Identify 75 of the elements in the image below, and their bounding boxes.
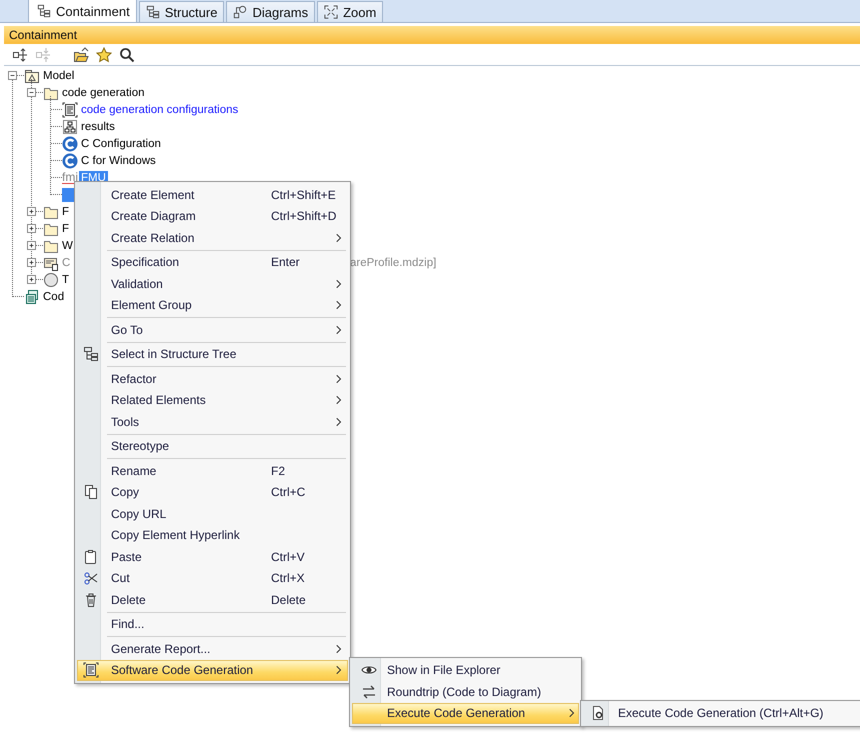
tree-item[interactable]: F xyxy=(60,204,72,218)
menu-item[interactable]: Paste Ctrl+V xyxy=(77,546,348,568)
open-folder-icon xyxy=(73,46,89,62)
gear-document-icon xyxy=(590,705,606,722)
tree-item[interactable]: Cod xyxy=(41,290,66,304)
expand-toggle[interactable] xyxy=(27,224,36,233)
tree-item[interactable]: code generation configurations xyxy=(79,102,240,116)
star-button[interactable] xyxy=(94,44,114,64)
menu-item[interactable]: Tools xyxy=(77,411,348,432)
tree-item[interactable]: W xyxy=(60,238,75,252)
menu-item[interactable]: Rename F2 xyxy=(77,460,348,482)
open-folder-button[interactable] xyxy=(71,44,91,64)
c-logo-icon xyxy=(62,136,78,152)
menu-item[interactable]: Create Element Ctrl+Shift+E xyxy=(77,184,348,206)
menu-item[interactable]: Copy Ctrl+C xyxy=(77,482,348,503)
document-icon xyxy=(83,662,99,678)
copy-icon xyxy=(83,484,99,500)
star-icon xyxy=(96,46,112,62)
tree-item[interactable]: C Configuration xyxy=(79,136,163,150)
menu-item[interactable]: Delete Delete xyxy=(77,589,348,610)
tree-item-text: areProfile.mdzip] xyxy=(350,256,436,268)
menu-item[interactable]: Create Diagram Ctrl+Shift+D xyxy=(77,206,348,227)
menu-item[interactable]: Copy Element Hyperlink xyxy=(77,524,348,546)
tree-item[interactable]: code generation xyxy=(60,86,146,100)
tree-item[interactable]: C for Windows xyxy=(79,154,158,168)
diagrams-icon xyxy=(233,5,248,19)
menu-item[interactable]: Copy URL xyxy=(77,503,348,524)
menu-item[interactable]: Refactor xyxy=(77,368,348,390)
c-logo-icon xyxy=(62,152,78,168)
menu-item[interactable]: Validation xyxy=(77,273,348,294)
menu-item[interactable]: Generate Report... xyxy=(77,638,348,660)
menu-item[interactable]: Stereotype xyxy=(77,436,348,457)
collapse-toggle[interactable] xyxy=(8,71,17,80)
expand-all-icon xyxy=(12,46,28,62)
structure-icon xyxy=(83,346,99,362)
tab[interactable]: Diagrams xyxy=(226,1,316,22)
expand-toggle[interactable] xyxy=(27,258,36,267)
tree-item[interactable]: Model xyxy=(41,68,76,82)
diagram-icon xyxy=(62,118,78,134)
tree-item[interactable]: results xyxy=(79,120,117,134)
collapse-toggle[interactable] xyxy=(27,88,36,97)
expand-toggle[interactable] xyxy=(27,207,36,216)
menu-item[interactable]: Execute Code Generation (Ctrl+Alt+G) xyxy=(583,702,858,724)
panel-title: Containment xyxy=(4,26,860,44)
menu-item[interactable]: Create Relation xyxy=(77,227,348,248)
zoom-icon xyxy=(324,5,338,19)
tab[interactable]: Zoom xyxy=(317,1,384,22)
menu-item[interactable]: Related Elements xyxy=(77,390,348,411)
hierarchy-icon xyxy=(37,4,51,18)
scissors-icon xyxy=(83,570,99,586)
menu-item[interactable]: Specification Enter xyxy=(77,252,348,273)
menu-item[interactable]: Execute Code Generation xyxy=(352,702,579,724)
tree-item[interactable]: F xyxy=(60,222,72,236)
swap-arrows-icon xyxy=(360,684,376,700)
menu-item[interactable]: Find... xyxy=(77,614,348,635)
search-icon xyxy=(119,46,135,62)
collapse-all-icon xyxy=(35,46,51,62)
expand-toggle[interactable] xyxy=(27,275,36,284)
trash-icon xyxy=(83,592,99,608)
menu-item[interactable]: Cut Ctrl+X xyxy=(77,568,348,589)
code-module-icon xyxy=(24,288,40,304)
document-icon xyxy=(62,102,78,118)
menu-item[interactable]: Select in Structure Tree xyxy=(77,344,348,365)
menu-item[interactable]: Software Code Generation xyxy=(77,660,348,681)
tree-item[interactable]: T xyxy=(60,272,72,286)
expand-toggle[interactable] xyxy=(27,241,36,250)
package-icon xyxy=(24,68,40,84)
tab[interactable]: Containment xyxy=(28,0,137,22)
menu-item[interactable]: Go To xyxy=(77,319,348,340)
menu-item[interactable]: Show in File Explorer xyxy=(352,660,579,681)
tab[interactable]: Structure xyxy=(138,1,224,22)
menu-item[interactable]: Element Group xyxy=(77,294,348,316)
structure-icon xyxy=(146,5,160,19)
clipboard-icon xyxy=(83,548,99,565)
menu-item[interactable]: Roundtrip (Code to Diagram) xyxy=(352,681,579,702)
